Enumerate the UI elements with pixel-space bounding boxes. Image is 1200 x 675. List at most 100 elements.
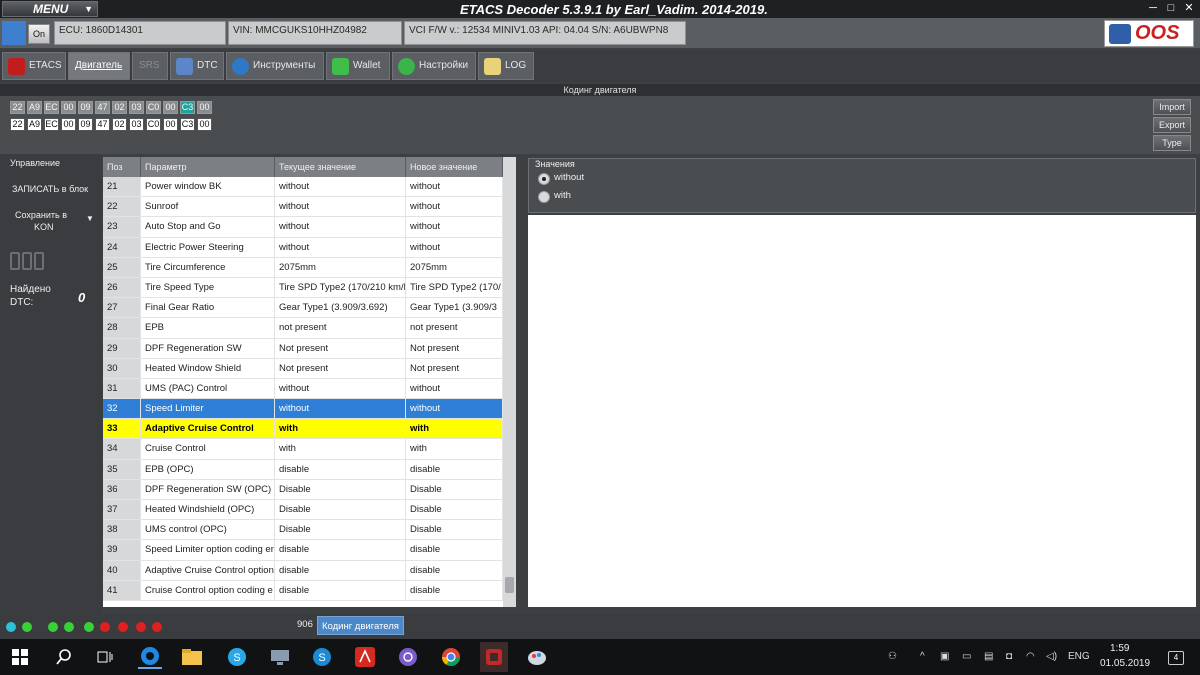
windows-start-icon[interactable] [8, 645, 32, 669]
viber-icon[interactable] [396, 645, 420, 669]
column-header-param[interactable]: Параметр [141, 157, 275, 177]
minimize-icon[interactable]: ─ [1146, 1, 1160, 15]
clock-date[interactable]: 01.05.2019 [1100, 658, 1150, 669]
hex-byte[interactable]: 03 [129, 118, 144, 131]
table-row[interactable]: 32 Speed Limiter without without [103, 399, 503, 420]
display-tray-icon[interactable]: ▤ [984, 651, 993, 662]
lock-tray-icon[interactable]: ◘ [1006, 651, 1012, 662]
edge-browser-icon[interactable] [138, 645, 162, 669]
table-row[interactable]: 40 Adaptive Cruise Control option disable d… [103, 560, 503, 581]
table-row[interactable]: 29 DPF Regeneration SW Not present Not pres… [103, 338, 503, 359]
table-cell-new: Tire SPD Type2 (170/ [406, 277, 503, 299]
app-tray-icon[interactable]: ▣ [940, 651, 949, 662]
notifications-icon[interactable]: 4 [1168, 651, 1184, 665]
table-row[interactable]: 41 Cruise Control option coding e disable d… [103, 580, 503, 601]
table-row[interactable]: 25 Tire Circumference 2075mm 2075mm [103, 257, 503, 278]
maximize-icon[interactable]: □ [1164, 1, 1178, 15]
tab-log[interactable]: LOG [478, 52, 534, 80]
hex-byte[interactable]: C3 [180, 118, 195, 131]
hex-byte[interactable]: 02 [112, 118, 127, 131]
chevron-up-icon[interactable]: ^ [920, 651, 925, 662]
table-cell-param: Adaptive Cruise Control [141, 419, 275, 440]
chevron-down-icon[interactable]: ▼ [86, 214, 94, 223]
close-icon[interactable]: ✕ [1182, 1, 1196, 15]
radio-with[interactable] [538, 191, 550, 203]
hex-byte[interactable]: 22 [10, 118, 25, 131]
write-button[interactable]: ЗАПИСАТЬ в блок [12, 184, 88, 194]
scrollbar-thumb[interactable] [505, 577, 514, 593]
radio-without[interactable] [538, 173, 550, 185]
logo-text: OOS [1135, 22, 1180, 44]
save-label[interactable]: Сохранить в [15, 210, 67, 220]
radio-without-label[interactable]: without [554, 172, 584, 183]
table-row[interactable]: 27 Final Gear Ratio Gear Type1 (3.909/3.69… [103, 298, 503, 319]
radio-with-label[interactable]: with [554, 190, 571, 201]
type-button[interactable]: Type [1153, 135, 1191, 151]
save-target[interactable]: KON [34, 222, 54, 232]
hex-byte[interactable]: C0 [146, 118, 161, 131]
task-view-icon[interactable] [93, 645, 117, 669]
hex-byte[interactable]: 00 [61, 118, 76, 131]
values-title: Значения [535, 159, 575, 169]
table-row[interactable]: 39 Speed Limiter option coding en disable d… [103, 540, 503, 561]
column-header-pos[interactable]: Поз [103, 157, 141, 177]
hex-byte[interactable]: 47 [95, 118, 110, 131]
table-row[interactable]: 33 Adaptive Cruise Control with with [103, 419, 503, 440]
table-row[interactable]: 37 Heated Windshield (OPC) Disable Disable [103, 500, 503, 521]
table-scrollbar[interactable] [503, 157, 516, 607]
volume-icon[interactable]: ◁) [1046, 651, 1057, 662]
export-button[interactable]: Export [1153, 117, 1191, 133]
tab-srs[interactable]: SRS [132, 52, 168, 80]
tab-wallet[interactable]: Wallet [326, 52, 390, 80]
tab-tools[interactable]: Инструменты [226, 52, 324, 80]
hex-byte[interactable]: 09 [78, 118, 93, 131]
tab-dtc[interactable]: DTC [170, 52, 224, 80]
logo-mark-icon [1109, 24, 1131, 44]
table-row[interactable]: 26 Tire Speed Type Tire SPD Type2 (170/210… [103, 277, 503, 299]
wifi-icon[interactable]: ◠ [1026, 651, 1035, 662]
hex-byte: C0 [146, 101, 161, 114]
skype-icon[interactable]: S [225, 645, 249, 669]
table-row[interactable]: 34 Cruise Control with with [103, 439, 503, 460]
tab-settings[interactable]: Настройки [392, 52, 476, 80]
status-led [152, 622, 162, 632]
hex-byte[interactable]: A9 [27, 118, 42, 131]
hex-byte[interactable]: EC [44, 118, 59, 131]
acrobat-icon[interactable] [353, 645, 377, 669]
table-row[interactable]: 31 UMS (PAC) Control without without [103, 378, 503, 400]
network-computer-icon[interactable] [268, 645, 292, 669]
chrome-icon[interactable] [439, 645, 463, 669]
table-row[interactable]: 22 Sunroof without without [103, 197, 503, 218]
file-explorer-icon[interactable] [180, 645, 204, 669]
table-row[interactable]: 21 Power window BK without without [103, 177, 503, 198]
table-row[interactable]: 24 Electric Power Steering without without [103, 237, 503, 258]
monitor-tray-icon[interactable]: ▭ [962, 651, 971, 662]
vci-field: VCI F/W v.: 12534 MINIV1.03 API: 04.04 S… [404, 21, 686, 45]
search-icon[interactable] [52, 645, 76, 669]
table-row[interactable]: 23 Auto Stop and Go without without [103, 217, 503, 238]
import-button[interactable]: Import [1153, 99, 1191, 115]
table-cell-current: without [275, 177, 406, 198]
tab-engine[interactable]: Двигатель [68, 52, 130, 80]
etacs-app-icon[interactable] [480, 642, 508, 672]
tab-etacs[interactable]: ETACS [2, 52, 66, 80]
skype-business-icon[interactable]: S [310, 645, 334, 669]
paint-icon[interactable] [525, 645, 549, 669]
column-header-new[interactable]: Новое значение [406, 157, 503, 177]
column-header-current[interactable]: Текущее значение [275, 157, 406, 177]
table-row[interactable]: 30 Heated Window Shield Not present Not pre… [103, 358, 503, 379]
table-row[interactable]: 28 EPB not present not present [103, 318, 503, 339]
oos-logo: OOS [1104, 20, 1194, 47]
hex-byte[interactable]: 00 [197, 118, 212, 131]
table-row[interactable]: 36 DPF Regeneration SW (OPC) Disable Disabl… [103, 479, 503, 500]
menu-button[interactable]: MENU ▼ [2, 1, 98, 17]
language-indicator[interactable]: ENG [1068, 651, 1090, 662]
hex-byte[interactable]: 00 [163, 118, 178, 131]
table-cell-new: 2075mm [406, 257, 503, 278]
table-cell-new: disable [406, 459, 503, 480]
on-button[interactable]: On [28, 24, 50, 44]
people-icon[interactable]: ⚇ [888, 651, 897, 662]
clock-time[interactable]: 1:59 [1110, 643, 1129, 654]
table-row[interactable]: 35 EPB (OPC) disable disable [103, 459, 503, 480]
table-row[interactable]: 38 UMS control (OPC) Disable Disable [103, 520, 503, 541]
